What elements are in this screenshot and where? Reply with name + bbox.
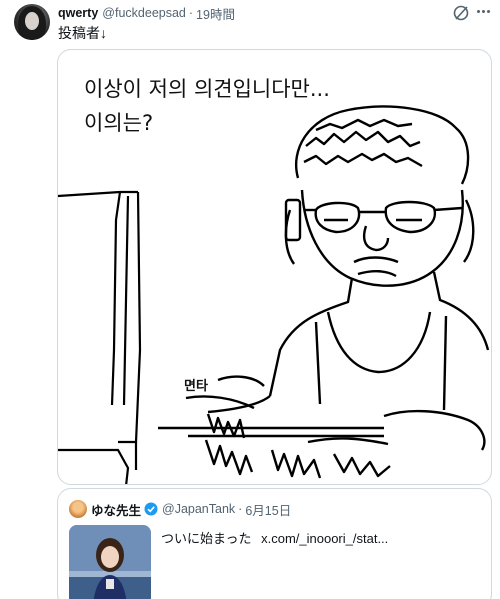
- monitor-drawing: [58, 190, 142, 484]
- quote-thumbnail[interactable]: [69, 525, 151, 599]
- meme-caption-line2: 이의는?: [84, 111, 153, 135]
- quote-display-name[interactable]: ゆな先生: [91, 500, 141, 519]
- grok-icon[interactable]: [452, 4, 470, 22]
- tweet[interactable]: qwerty @fuckdeepsad · 19時間 投稿者↓ 이상이 저의 의…: [0, 0, 500, 599]
- tweet-text: 投稿者↓: [58, 25, 107, 41]
- quote-avatar[interactable]: [69, 500, 87, 518]
- separator-dot: ·: [188, 6, 194, 20]
- timestamp[interactable]: 19時間: [196, 4, 235, 23]
- display-name[interactable]: qwerty: [58, 6, 98, 20]
- avatar[interactable]: [14, 4, 50, 40]
- meme-illustration: 이상이 저의 의견입니다만... 이의는? 면타: [58, 77, 490, 484]
- desk-nameplate: 면타: [184, 378, 208, 394]
- quote-body: ついに始まった: [161, 531, 252, 546]
- quote-header: ゆな先生 @JapanTank · 6月15日: [91, 500, 291, 519]
- more-icon[interactable]: [477, 8, 493, 14]
- meme-caption-line1: 이상이 저의 의견입니다만...: [84, 77, 330, 101]
- user-handle[interactable]: @fuckdeepsad: [102, 6, 186, 20]
- quote-separator-dot: ·: [238, 502, 243, 516]
- quote-timestamp[interactable]: 6月15日: [245, 500, 291, 519]
- quote-text: ついに始まった x.com/_inooori_/stat...: [161, 528, 388, 547]
- tweet-image[interactable]: 이상이 저의 의견입니다만... 이의는? 면타: [57, 49, 492, 485]
- quoted-tweet[interactable]: ゆな先生 @JapanTank · 6月15日 ついに始まった x.com/_i…: [57, 488, 492, 599]
- verified-badge-icon: [144, 502, 158, 516]
- avatar-face: [25, 12, 39, 30]
- quote-link[interactable]: x.com/_inooori_/stat...: [261, 531, 388, 546]
- tweet-header: qwerty @fuckdeepsad · 19時間: [58, 4, 235, 23]
- quote-handle[interactable]: @JapanTank: [162, 502, 235, 516]
- person-drawing: [158, 105, 490, 479]
